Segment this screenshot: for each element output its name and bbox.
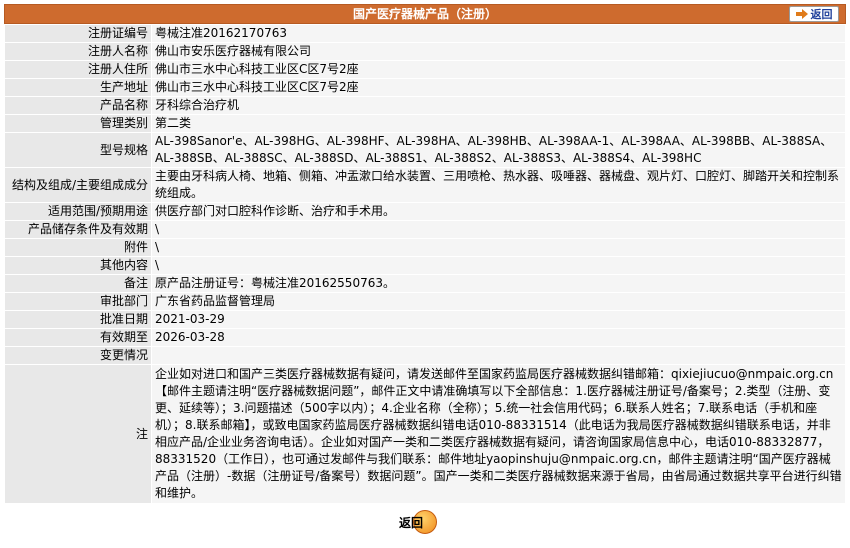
- field-value: [151, 346, 846, 365]
- info-row: 注册证编号 粤械注准20162170763: [4, 24, 846, 43]
- field-value: 主要由牙科病人椅、地箱、侧箱、冲盂漱口给水装置、三用喷枪、热水器、吸唾器、器械盘…: [151, 167, 846, 203]
- back-button-bottom[interactable]: 返回: [399, 510, 439, 534]
- field-label: 管理类别: [4, 114, 152, 133]
- field-value: 原产品注册证号：粤械注准20162550763。: [151, 274, 846, 293]
- info-row: 有效期至 2026-03-28: [4, 328, 846, 347]
- field-value: \: [151, 238, 846, 257]
- info-row: 型号规格 AL-398Sanor'e、AL-398HG、AL-398HF、AL-3…: [4, 132, 846, 168]
- arrow-right-icon: [795, 9, 808, 19]
- page-header: 国产医疗器械产品（注册） 返回: [4, 4, 846, 24]
- page-footer: 返回: [4, 504, 846, 540]
- field-label: 结构及组成/主要组成成分: [4, 167, 152, 203]
- info-row: 其他内容 \: [4, 256, 846, 275]
- field-label: 审批部门: [4, 292, 152, 311]
- detail-frame: 国产医疗器械产品（注册） 返回 注册证编号 粤械注准20162170763 注册人名…: [4, 4, 846, 540]
- field-label: 附件: [4, 238, 152, 257]
- info-row: 管理类别 第二类: [4, 114, 846, 133]
- field-label: 备注: [4, 274, 152, 293]
- note-row: 注企业如对进口和国产三类医疗器械数据有疑问，请发送邮件至国家药监局医疗器械数据纠…: [4, 364, 846, 504]
- field-label: 注册人名称: [4, 42, 152, 61]
- info-row: 结构及组成/主要组成成分 主要由牙科病人椅、地箱、侧箱、冲盂漱口给水装置、三用喷枪…: [4, 167, 846, 203]
- field-label: 产品储存条件及有效期: [4, 220, 152, 239]
- field-label: 变更情况: [4, 346, 152, 365]
- field-value: 佛山市三水中心科技工业区C区7号2座: [151, 60, 846, 79]
- info-row: 审批部门 广东省药品监督管理局: [4, 292, 846, 311]
- field-label: 适用范围/预期用途: [4, 202, 152, 221]
- field-value: 牙科综合治疗机: [151, 96, 846, 115]
- field-label: 注册人住所: [4, 60, 152, 79]
- field-label: 生产地址: [4, 78, 152, 97]
- field-label: 其他内容: [4, 256, 152, 275]
- info-row: 生产地址 佛山市三水中心科技工业区C区7号2座: [4, 78, 846, 97]
- field-value: 供医疗部门对口腔科作诊断、治疗和手术用。: [151, 202, 846, 221]
- page-title: 国产医疗器械产品（注册）: [352, 7, 497, 21]
- field-label: 注册证编号: [4, 24, 152, 43]
- field-value: AL-398Sanor'e、AL-398HG、AL-398HF、AL-398HA…: [151, 132, 846, 168]
- field-value: 广东省药品监督管理局: [151, 292, 846, 311]
- field-value: 粤械注准20162170763: [151, 24, 846, 43]
- field-value: 佛山市安乐医疗器械有限公司: [151, 42, 846, 61]
- info-row: 变更情况: [4, 346, 846, 365]
- note-text: 企业如对进口和国产三类医疗器械数据有疑问，请发送邮件至国家药监局医疗器械数据纠错…: [151, 364, 846, 504]
- back-button-top-label: 返回: [810, 8, 833, 21]
- info-row: 批准日期 2021-03-29: [4, 310, 846, 329]
- back-button-bottom-label: 返回: [399, 516, 424, 530]
- field-value: 佛山市三水中心科技工业区C区7号2座: [151, 78, 846, 97]
- info-row: 附件 \: [4, 238, 846, 257]
- field-value: 第二类: [151, 114, 846, 133]
- field-value: \: [151, 220, 846, 239]
- note-label: 注: [4, 364, 152, 504]
- info-row: 产品名称 牙科综合治疗机: [4, 96, 846, 115]
- info-row: 产品储存条件及有效期 \: [4, 220, 846, 239]
- field-label: 产品名称: [4, 96, 152, 115]
- field-label: 批准日期: [4, 310, 152, 329]
- info-row: 备注 原产品注册证号：粤械注准20162550763。: [4, 274, 846, 293]
- field-value: 2026-03-28: [151, 328, 846, 347]
- field-label: 型号规格: [4, 132, 152, 168]
- info-row: 注册人住所 佛山市三水中心科技工业区C区7号2座: [4, 60, 846, 79]
- field-value: \: [151, 256, 846, 275]
- info-row: 注册人名称 佛山市安乐医疗器械有限公司: [4, 42, 846, 61]
- field-value: 2021-03-29: [151, 310, 846, 329]
- back-button-top[interactable]: 返回: [789, 6, 839, 22]
- info-table: 注册证编号 粤械注准20162170763 注册人名称 佛山市安乐医疗器械有限公司 注册…: [4, 24, 846, 504]
- info-row: 适用范围/预期用途 供医疗部门对口腔科作诊断、治疗和手术用。: [4, 202, 846, 221]
- field-label: 有效期至: [4, 328, 152, 347]
